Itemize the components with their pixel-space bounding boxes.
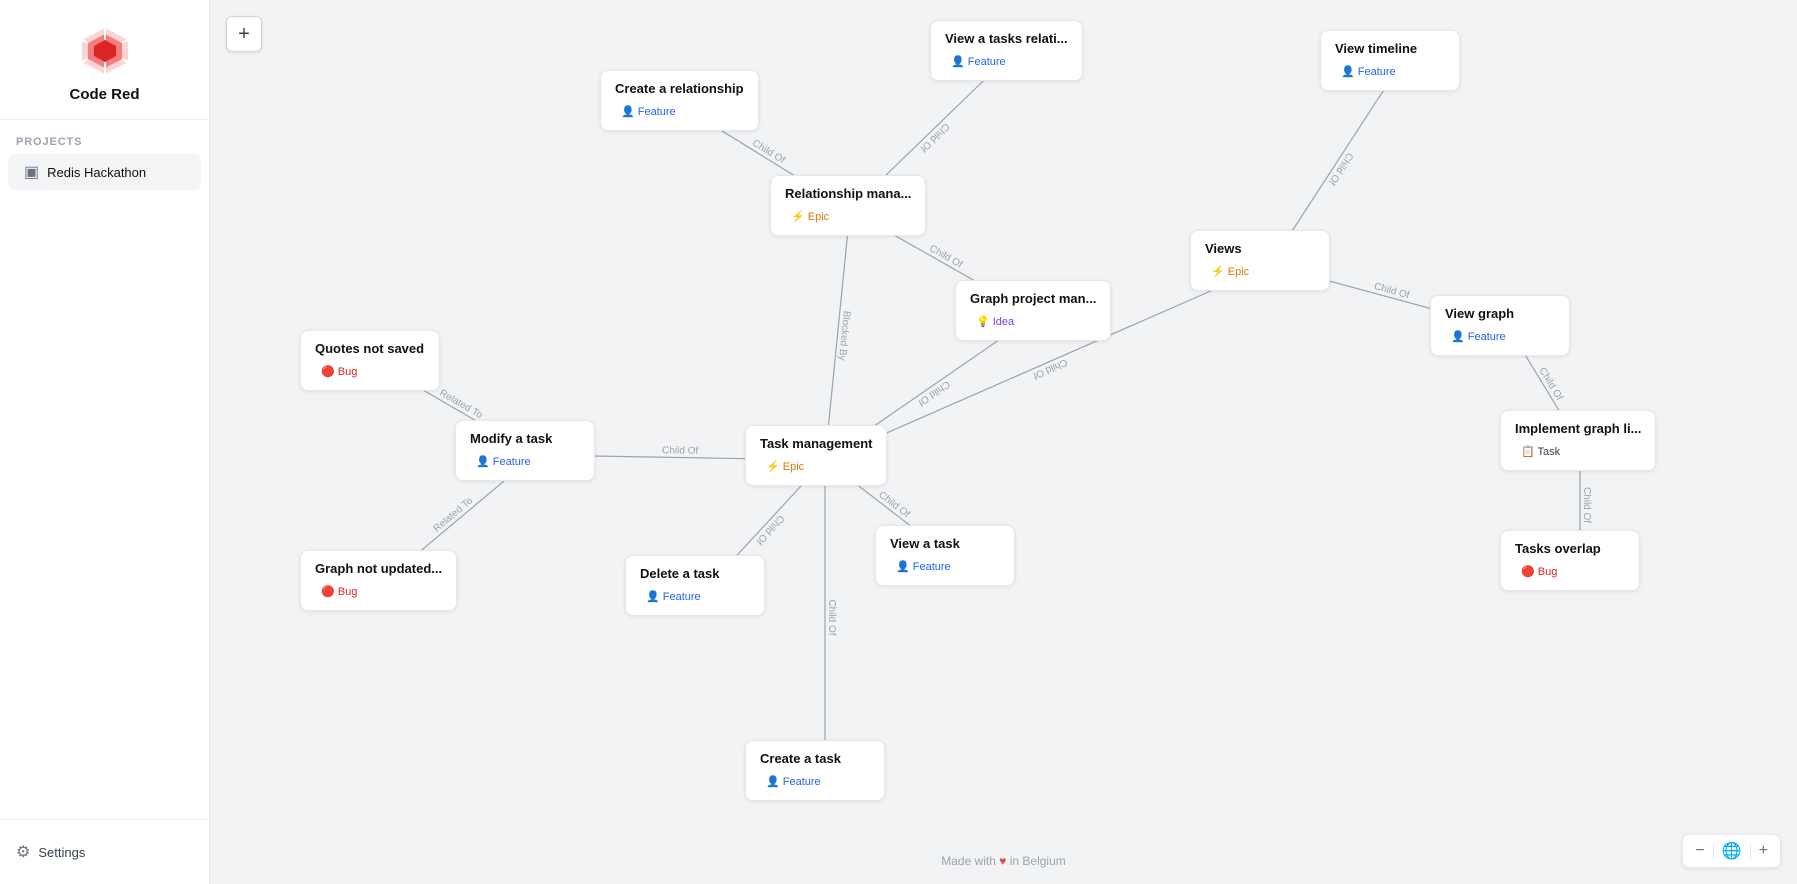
canvas-footer: Made with ♥ in Belgium (941, 854, 1066, 868)
node-badge: 👤 Feature (1335, 64, 1402, 79)
node-title: Modify a task (470, 431, 580, 446)
node-badge: 👤 Feature (1445, 329, 1512, 344)
node-title: Graph project man... (970, 291, 1096, 306)
project-icon: ▣ (24, 162, 39, 182)
node-card-task-management[interactable]: Task management ⚡ Epic (745, 425, 887, 486)
sidebar: Code Red PROJECTS ▣ Redis Hackathon ⚙ Se… (0, 0, 210, 884)
node-badge: 📋 Task (1515, 444, 1566, 459)
svg-text:Blocked By: Blocked By (836, 310, 852, 361)
node-badge: ⚡ Epic (1205, 264, 1255, 279)
node-card-create-relationship[interactable]: Create a relationship 👤 Feature (600, 70, 759, 131)
svg-text:Child Of: Child Of (662, 445, 699, 457)
svg-text:Child Of: Child Of (1581, 487, 1592, 523)
svg-text:Child Of: Child Of (1373, 281, 1411, 301)
node-title: Views (1205, 241, 1315, 256)
node-card-create-task[interactable]: Create a task 👤 Feature (745, 740, 885, 801)
zoom-controls: − 🌐 + (1682, 834, 1781, 868)
zoom-divider (1713, 843, 1714, 859)
node-card-views[interactable]: Views ⚡ Epic (1190, 230, 1330, 291)
node-card-relationship-mana[interactable]: Relationship mana... ⚡ Epic (770, 175, 926, 236)
settings-item[interactable]: ⚙ Settings (16, 836, 193, 868)
app-logo-icon (78, 24, 132, 78)
node-badge: 💡 Idea (970, 314, 1020, 329)
node-title: View a task (890, 536, 1000, 551)
node-badge: 🔴 Bug (1515, 564, 1563, 579)
svg-text:Child Of: Child Of (1536, 366, 1564, 403)
add-button[interactable]: + (226, 16, 262, 52)
svg-text:Child Of: Child Of (1326, 150, 1355, 186)
node-badge: ⚡ Epic (785, 209, 835, 224)
node-title: View a tasks relati... (945, 31, 1068, 46)
svg-text:Child Of: Child Of (918, 121, 952, 154)
node-card-delete-a-task[interactable]: Delete a task 👤 Feature (625, 555, 765, 616)
node-title: Tasks overlap (1515, 541, 1625, 556)
node-card-view-timeline[interactable]: View timeline 👤 Feature (1320, 30, 1460, 91)
node-card-view-graph[interactable]: View graph 👤 Feature (1430, 295, 1570, 356)
svg-text:Child Of: Child Of (916, 378, 952, 408)
node-title: Delete a task (640, 566, 750, 581)
sidebar-project-item[interactable]: ▣ Redis Hackathon (8, 154, 201, 190)
main-canvas: + Child Of Child Of Child Of Blocked By Chil… (210, 0, 1797, 884)
node-card-graph-not-updated[interactable]: Graph not updated... 🔴 Bug (300, 550, 457, 611)
node-title: Create a task (760, 751, 870, 766)
node-badge: 👤 Feature (945, 54, 1012, 69)
node-badge: 👤 Feature (640, 589, 707, 604)
zoom-globe-button[interactable]: 🌐 (1718, 839, 1746, 863)
sidebar-bottom: ⚙ Settings (0, 819, 209, 884)
node-badge: 👤 Feature (760, 774, 827, 789)
node-badge: 👤 Feature (615, 104, 682, 119)
logo-area: Code Red (0, 0, 209, 120)
svg-text:Related To: Related To (432, 495, 476, 534)
svg-text:Child Of: Child Of (753, 512, 786, 546)
node-title: View timeline (1335, 41, 1445, 56)
node-card-tasks-overlap[interactable]: Tasks overlap 🔴 Bug (1500, 530, 1640, 591)
settings-label: Settings (38, 845, 85, 860)
node-card-view-a-task[interactable]: View a task 👤 Feature (875, 525, 1015, 586)
node-title: Relationship mana... (785, 186, 911, 201)
node-card-graph-project-man[interactable]: Graph project man... 💡 Idea (955, 280, 1111, 341)
node-badge: 🔴 Bug (315, 584, 363, 599)
node-title: Task management (760, 436, 872, 451)
node-title: Implement graph li... (1515, 421, 1641, 436)
node-card-view-tasks-rel[interactable]: View a tasks relati... 👤 Feature (930, 20, 1083, 81)
zoom-in-button[interactable]: + (1755, 840, 1772, 862)
node-title: Graph not updated... (315, 561, 442, 576)
svg-text:Child Of: Child Of (750, 138, 787, 166)
node-title: Quotes not saved (315, 341, 425, 356)
app-title: Code Red (69, 86, 139, 103)
node-badge: 👤 Feature (890, 559, 957, 574)
node-card-implement-graph[interactable]: Implement graph li... 📋 Task (1500, 410, 1656, 471)
node-title: View graph (1445, 306, 1555, 321)
svg-text:Child Of: Child Of (876, 489, 912, 520)
svg-text:Child Of: Child Of (927, 243, 964, 271)
zoom-divider-2 (1750, 843, 1751, 859)
svg-text:Related To: Related To (437, 388, 484, 422)
node-badge: ⚡ Epic (760, 459, 810, 474)
node-title: Create a relationship (615, 81, 744, 96)
project-name: Redis Hackathon (47, 165, 146, 180)
svg-text:Child Of: Child Of (826, 599, 837, 635)
projects-section-label: PROJECTS (0, 120, 209, 154)
zoom-out-button[interactable]: − (1691, 840, 1708, 862)
settings-icon: ⚙ (16, 842, 30, 862)
node-card-quotes-not-saved[interactable]: Quotes not saved 🔴 Bug (300, 330, 440, 391)
svg-text:Child Of: Child Of (1031, 356, 1069, 381)
node-badge: 👤 Feature (470, 454, 537, 469)
node-badge: 🔴 Bug (315, 364, 363, 379)
node-card-modify-task[interactable]: Modify a task 👤 Feature (455, 420, 595, 481)
